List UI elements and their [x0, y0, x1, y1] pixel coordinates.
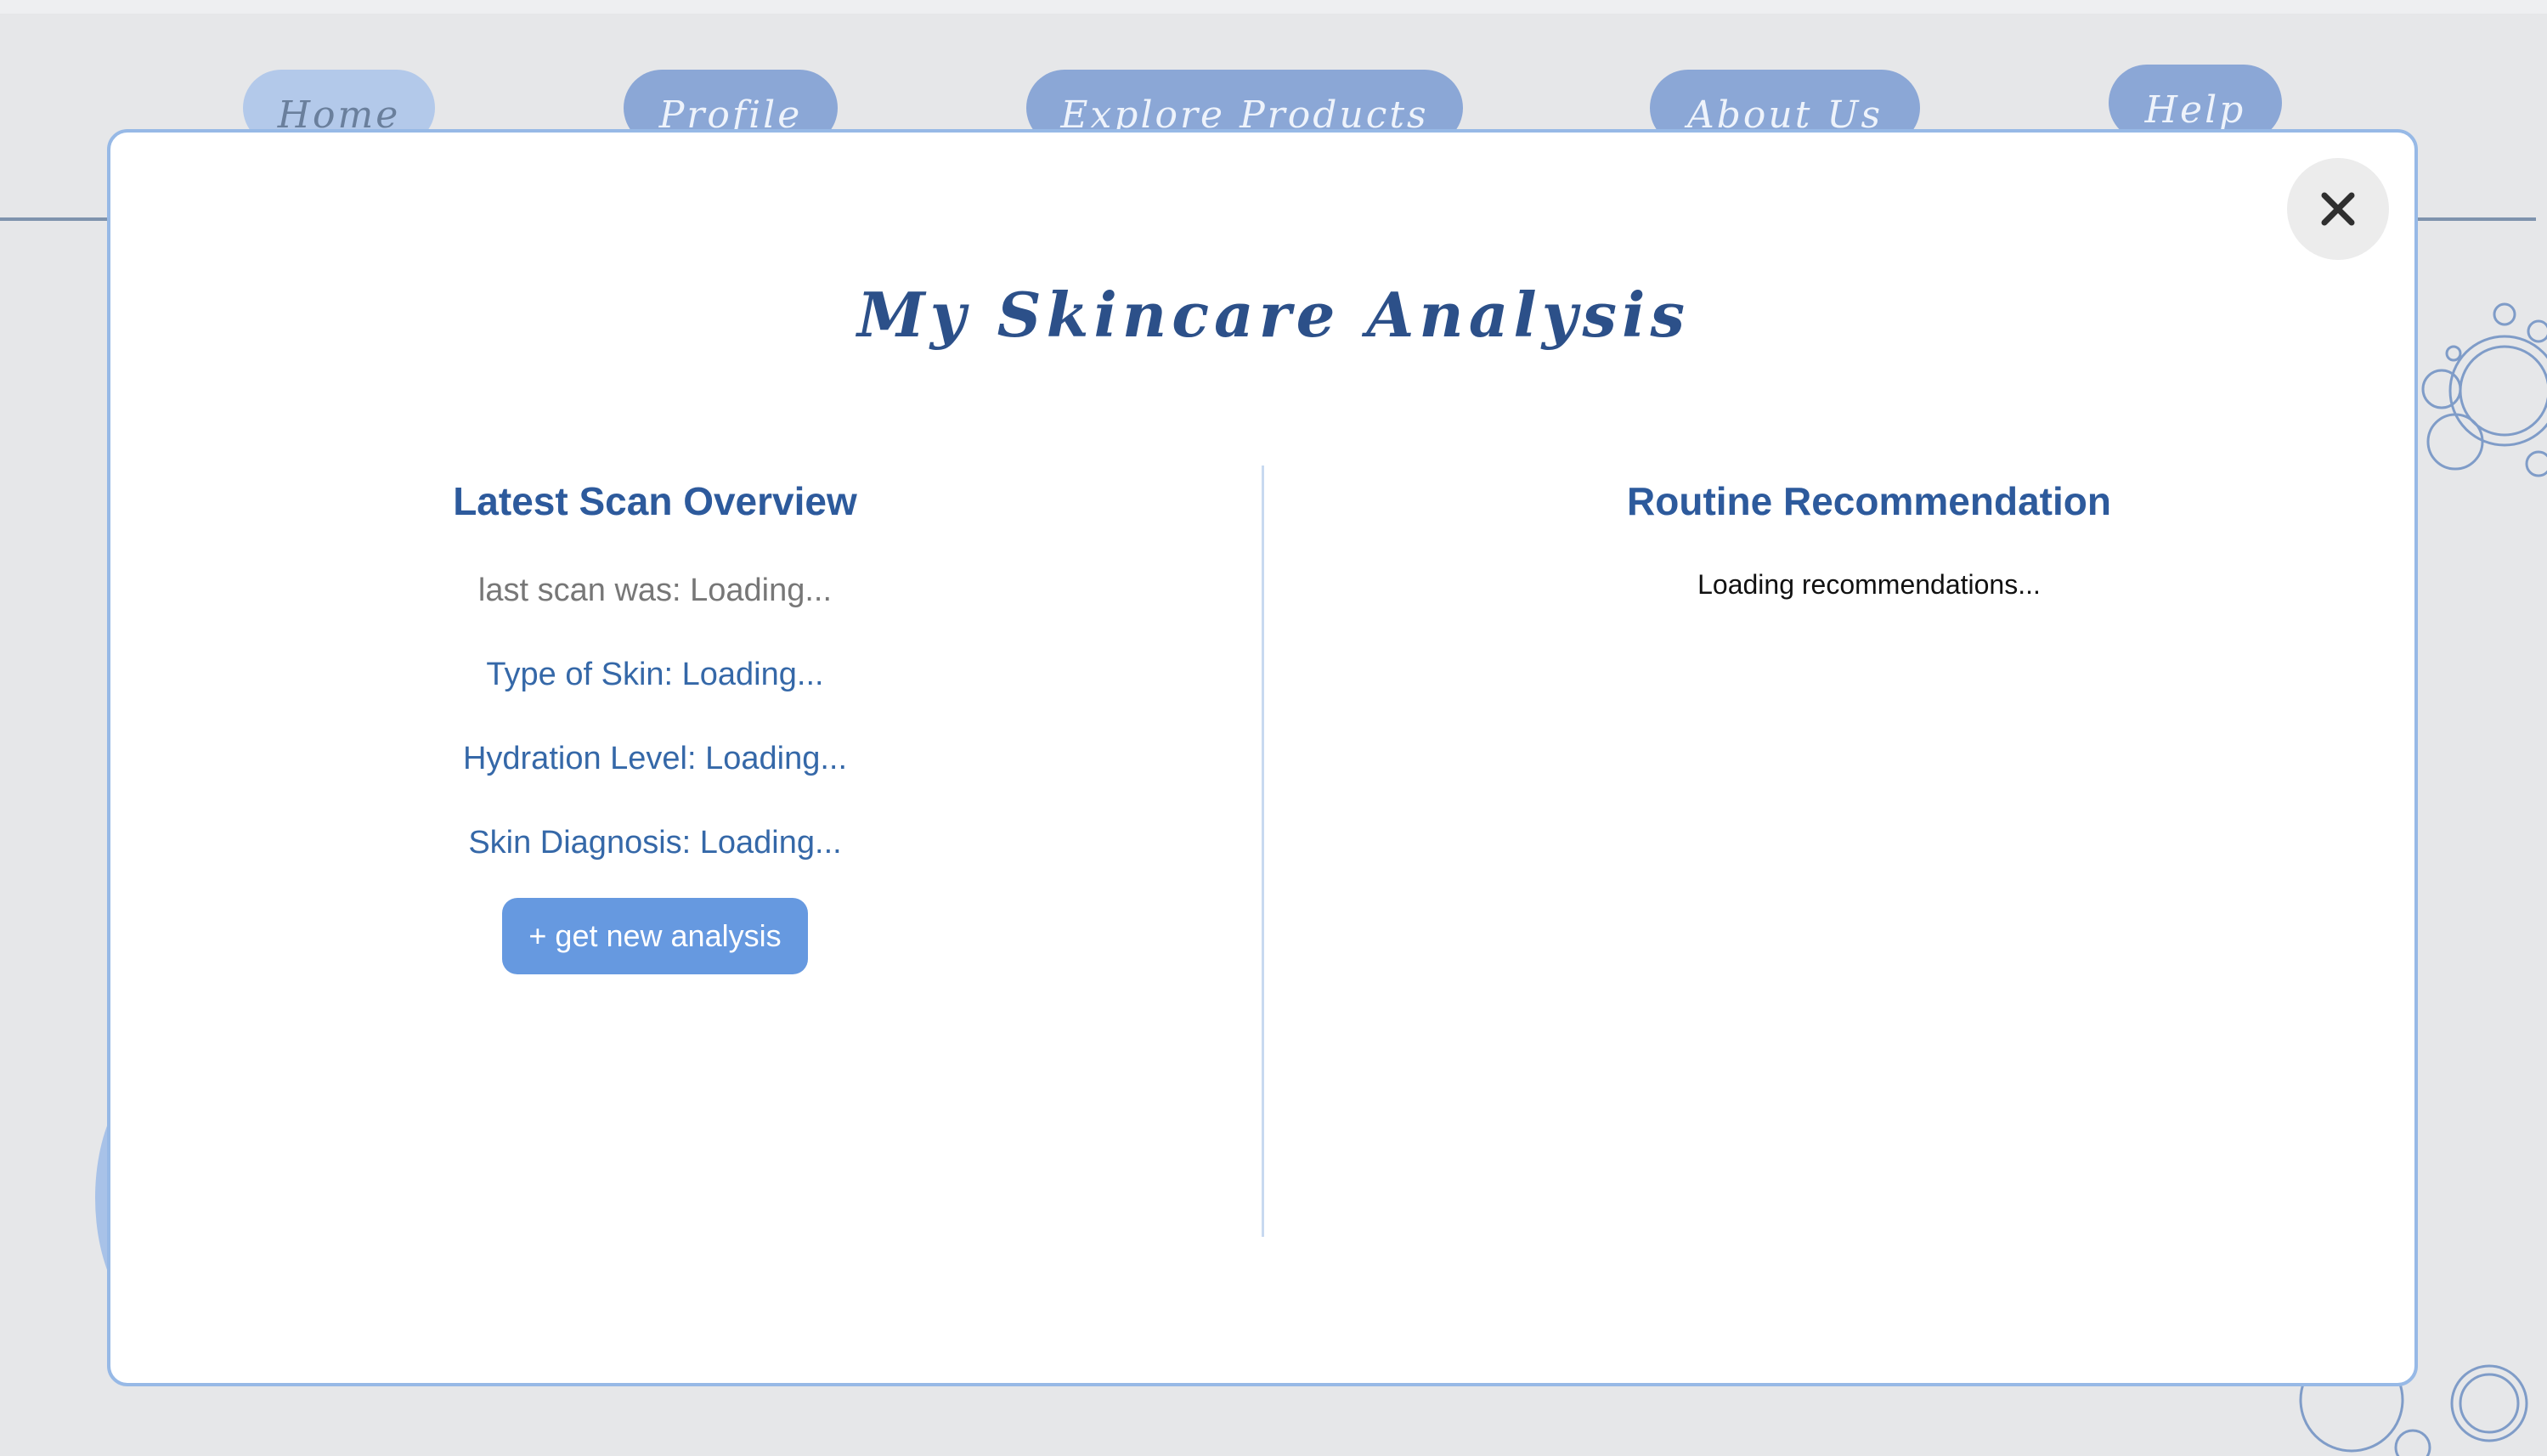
routine-loading-text: Loading recommendations...	[1697, 569, 2041, 600]
skin-type-text: Type of Skin: Loading...	[486, 657, 824, 692]
routine-panel: Routine Recommendation Loading recommend…	[1444, 459, 2294, 610]
skin-diagnosis-text: Skin Diagnosis: Loading...	[468, 825, 842, 861]
latest-scan-heading: Latest Scan Overview	[453, 479, 857, 523]
close-icon	[2321, 192, 2355, 226]
hydration-level-text: Hydration Level: Loading...	[462, 741, 848, 776]
close-button[interactable]	[2287, 158, 2389, 260]
get-new-analysis-button[interactable]: + get new analysis	[502, 898, 808, 974]
last-scan-text: last scan was: Loading...	[477, 573, 833, 608]
column-divider	[1262, 466, 1264, 1237]
routine-heading: Routine Recommendation	[1627, 479, 2111, 523]
page-title: My Skincare Analysis	[857, 279, 1690, 351]
latest-scan-panel: Latest Scan Overview last scan was: Load…	[230, 459, 1080, 974]
top-strip	[0, 0, 2547, 14]
